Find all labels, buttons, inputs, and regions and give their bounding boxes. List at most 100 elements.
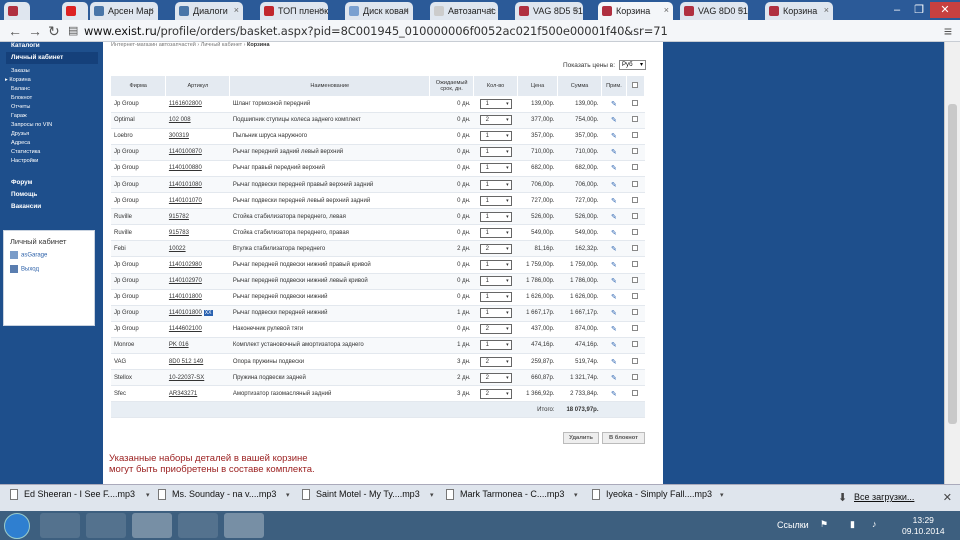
url-field[interactable]: www.exist.ru/profile/orders/basket.aspx?…: [84, 22, 924, 40]
cell-article-text[interactable]: 1140101070: [169, 198, 202, 204]
sidebar-forum[interactable]: Форум: [11, 179, 32, 186]
download-item[interactable]: Iyeoka - Simply Fall....mp3 ▾: [592, 489, 724, 507]
sidebar-item-balance[interactable]: Баланс: [11, 86, 30, 92]
clock[interactable]: 13:29 09.10.2014: [902, 515, 945, 537]
tab-2[interactable]: Арсен Мар ×: [90, 2, 158, 20]
sidebar-help[interactable]: Помощь: [11, 191, 37, 198]
edit-note-icon[interactable]: ✎: [611, 214, 617, 221]
maximize-icon[interactable]: ❐: [908, 2, 930, 18]
tab-3[interactable]: Диалоги ×: [175, 2, 243, 20]
cell-article-text[interactable]: 1140101800: [169, 294, 202, 300]
close-icon[interactable]: ×: [824, 5, 829, 15]
close-icon[interactable]: ×: [489, 5, 494, 15]
edit-note-icon[interactable]: ✎: [611, 149, 617, 156]
row-checkbox[interactable]: [632, 116, 639, 123]
row-checkbox[interactable]: [632, 309, 639, 316]
edit-note-icon[interactable]: ✎: [611, 310, 617, 317]
volume-icon[interactable]: ♪: [872, 519, 877, 529]
quantity-select[interactable]: 1 ▾: [479, 276, 512, 287]
tab-5[interactable]: Диск кован ×: [345, 2, 413, 20]
quantity-select[interactable]: 2 ▾: [479, 115, 512, 126]
row-checkbox[interactable]: [632, 373, 639, 380]
cell-article-text[interactable]: 8D0 512 149: [169, 359, 203, 365]
edit-note-icon[interactable]: ✎: [611, 294, 617, 301]
close-icon[interactable]: ×: [404, 5, 409, 15]
tab-6[interactable]: Автозапчас ×: [430, 2, 498, 20]
cell-article-text[interactable]: 1161602800: [169, 101, 202, 107]
tab-7[interactable]: VAG 8D5 51 ×: [515, 2, 583, 20]
close-icon[interactable]: ✕: [943, 491, 952, 504]
cell-article-text[interactable]: 1144602100: [169, 326, 202, 332]
sidebar-item-orders[interactable]: Заказы: [11, 68, 30, 74]
close-window-icon[interactable]: ✕: [930, 2, 960, 18]
notebook-button[interactable]: В блокнот: [602, 432, 645, 444]
quantity-select[interactable]: 2 ▾: [479, 243, 512, 254]
quantity-select[interactable]: 2 ▾: [479, 372, 512, 383]
sidebar-item-stats[interactable]: Статистика: [11, 149, 40, 155]
cell-article-text[interactable]: 1140101080: [169, 182, 202, 188]
quantity-select[interactable]: 1 ▾: [479, 147, 512, 158]
cell-article-text[interactable]: 102 008: [169, 117, 191, 123]
chevron-down-icon[interactable]: ▾: [286, 491, 290, 499]
edit-note-icon[interactable]: ✎: [611, 342, 617, 349]
cell-article-text[interactable]: 1140100880: [169, 165, 202, 171]
row-checkbox[interactable]: [632, 228, 639, 235]
chevron-down-icon[interactable]: ▾: [720, 491, 724, 499]
cell-article-text[interactable]: 915782: [169, 214, 189, 220]
cell-article-text[interactable]: 1140101800: [169, 310, 202, 316]
row-checkbox[interactable]: [632, 293, 639, 300]
sidebar-item-friends[interactable]: Друзья: [11, 131, 29, 137]
quantity-select[interactable]: 1 ▾: [479, 308, 512, 319]
tab-10[interactable]: Корзина ×: [765, 2, 833, 20]
sidebar-item-addresses[interactable]: Адреса: [11, 140, 30, 146]
row-checkbox[interactable]: [632, 357, 639, 364]
download-item[interactable]: Ms. Sounday - na v....mp3 ▾: [158, 489, 290, 507]
sidebar-catalogs[interactable]: Каталоги: [11, 42, 40, 49]
quantity-select[interactable]: 1 ▾: [479, 163, 512, 174]
row-checkbox[interactable]: [632, 212, 639, 219]
edit-note-icon[interactable]: ✎: [611, 165, 617, 172]
row-checkbox[interactable]: [632, 148, 639, 155]
breadcrumb-shop[interactable]: Интернет-магазин автозапчастей: [111, 42, 196, 48]
folder-icon[interactable]: [86, 513, 126, 538]
delete-button[interactable]: Удалить: [563, 432, 599, 444]
sidebar-item-reports[interactable]: Отчеты: [11, 104, 30, 110]
edit-note-icon[interactable]: ✎: [611, 230, 617, 237]
media-player-icon[interactable]: [40, 513, 80, 538]
chevron-down-icon[interactable]: ▾: [146, 491, 150, 499]
links-toolbar[interactable]: Ссылки: [777, 520, 809, 530]
menu-icon[interactable]: ≡: [944, 23, 952, 39]
quantity-select[interactable]: 1 ▾: [479, 292, 512, 303]
opera-icon[interactable]: [224, 513, 264, 538]
edit-note-icon[interactable]: ✎: [611, 359, 617, 366]
quantity-select[interactable]: 1 ▾: [479, 98, 512, 109]
download-item[interactable]: Ed Sheeran - I See F....mp3 ▾: [10, 489, 150, 507]
edit-note-icon[interactable]: ✎: [611, 262, 617, 269]
download-item[interactable]: Saint Motel - My Ty....mp3 ▾: [302, 489, 434, 507]
quantity-select[interactable]: 1 ▾: [479, 227, 512, 238]
tab-8-active[interactable]: Корзина ×: [598, 2, 673, 20]
sidebar-item-garage[interactable]: Гараж: [11, 113, 27, 119]
quantity-select[interactable]: 1 ▾: [479, 195, 512, 206]
quantity-select[interactable]: 2 ▾: [479, 324, 512, 335]
tab-0[interactable]: [4, 2, 30, 20]
select-all-checkbox[interactable]: [632, 82, 639, 88]
quantity-select[interactable]: 1 ▾: [479, 340, 512, 351]
edit-note-icon[interactable]: ✎: [611, 278, 617, 285]
edit-note-icon[interactable]: ✎: [611, 182, 617, 189]
quantity-select[interactable]: 1 ▾: [479, 131, 512, 142]
page-scrollbar[interactable]: [944, 42, 960, 484]
row-checkbox[interactable]: [632, 244, 639, 251]
garage-link[interactable]: asGarage: [10, 251, 47, 259]
edit-note-icon[interactable]: ✎: [611, 198, 617, 205]
close-icon[interactable]: ×: [664, 5, 669, 15]
tab-9[interactable]: VAG 8D0 51 ×: [680, 2, 748, 20]
edit-note-icon[interactable]: ✎: [611, 391, 617, 398]
breadcrumb-cabinet[interactable]: Личный кабинет: [201, 42, 242, 48]
cell-article-text[interactable]: AR343271: [169, 391, 197, 397]
row-checkbox[interactable]: [632, 277, 639, 284]
edit-note-icon[interactable]: ✎: [611, 117, 617, 124]
row-checkbox[interactable]: [632, 180, 639, 187]
tab-4[interactable]: ТОП пленок ×: [260, 2, 328, 20]
quantity-select[interactable]: 1 ▾: [479, 179, 512, 190]
